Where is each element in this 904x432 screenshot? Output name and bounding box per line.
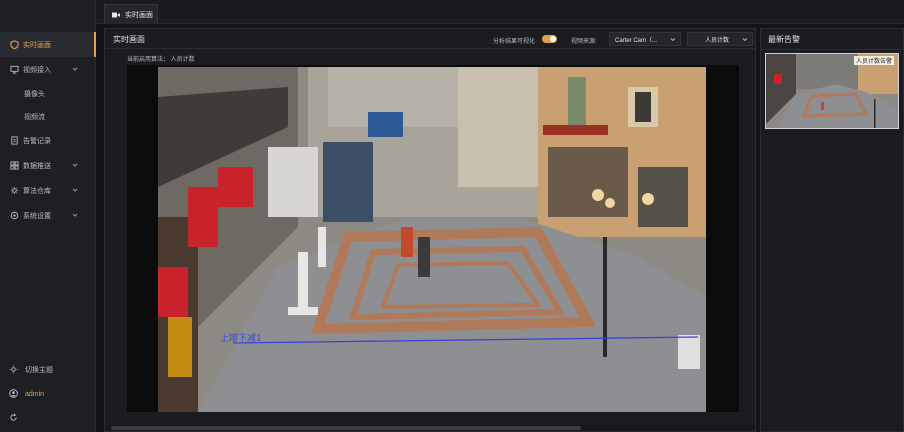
refresh-icon bbox=[9, 413, 19, 423]
chevron-down-icon bbox=[72, 67, 78, 71]
scrollbar-thumb[interactable] bbox=[111, 426, 581, 430]
alerts-title: 最新告警 bbox=[768, 35, 800, 44]
settings-icon bbox=[9, 211, 19, 221]
shield-icon bbox=[9, 40, 19, 50]
switch-theme-button[interactable]: 切换主题 bbox=[0, 358, 96, 382]
video-frame: 上增下减1 bbox=[158, 67, 706, 412]
alert-badge: 人员计数告警 bbox=[853, 56, 894, 65]
current-algorithm-text: 当前启用算法： 人员计数 bbox=[127, 57, 195, 63]
sidebar-item-system-settings[interactable]: 系统设置 bbox=[0, 203, 96, 228]
visualization-toggle-label: 分析结果可视化 bbox=[493, 39, 536, 45]
video-source-label: 视频来源: bbox=[571, 39, 597, 45]
horizontal-scrollbar[interactable] bbox=[105, 425, 755, 431]
chevron-down-icon bbox=[72, 188, 78, 192]
sidebar: 实时画面 视频接入 摄像头 视频流 告警记录 数据推送 算法仓库 系统设置 切换… bbox=[0, 0, 96, 432]
sidebar-item-camera[interactable]: 摄像头 bbox=[0, 82, 96, 105]
sidebar-item-label: 数据推送 bbox=[23, 162, 51, 170]
latest-alerts-panel: 最新告警 人员计数告警 bbox=[760, 28, 904, 432]
sidebar-item-label: 算法仓库 bbox=[23, 187, 51, 195]
sidebar-item-label: 实时画面 bbox=[23, 41, 51, 49]
sidebar-item-video-stream[interactable]: 视频流 bbox=[0, 105, 96, 128]
divider bbox=[761, 49, 903, 50]
sidebar-item-alarm-records[interactable]: 告警记录 bbox=[0, 128, 96, 153]
tab-live-view[interactable]: 实时画面 bbox=[104, 4, 158, 24]
chevron-down-icon bbox=[742, 38, 748, 42]
theme-icon bbox=[9, 365, 19, 375]
app-root: 实时画面 视频接入 摄像头 视频流 告警记录 数据推送 算法仓库 系统设置 切换… bbox=[0, 0, 904, 432]
sidebar-item-live-view[interactable]: 实时画面 bbox=[0, 32, 96, 57]
sidebar-item-label: 告警记录 bbox=[23, 137, 51, 145]
sidebar-footer: 切换主题 admin bbox=[0, 358, 96, 430]
algorithm-value: 人员计数 bbox=[705, 37, 730, 44]
gear-icon bbox=[9, 186, 19, 196]
user-menu[interactable]: admin bbox=[0, 382, 96, 406]
visualization-toggle[interactable] bbox=[542, 35, 557, 43]
chevron-down-icon bbox=[72, 163, 78, 167]
avatar-icon bbox=[9, 389, 19, 399]
sidebar-nav: 实时画面 视频接入 摄像头 视频流 告警记录 数据推送 算法仓库 系统设置 bbox=[0, 32, 96, 228]
tab-bar: 实时画面 bbox=[96, 0, 904, 24]
document-icon bbox=[9, 136, 19, 146]
live-view-panel: 实时画面 分析结果可视化 视频来源: Carter Cam（... 人员计数 当… bbox=[104, 28, 756, 432]
sidebar-item-data-push[interactable]: 数据推送 bbox=[0, 153, 96, 178]
algorithm-select[interactable]: 人员计数 bbox=[687, 32, 753, 46]
video-source-select[interactable]: Carter Cam（... bbox=[609, 32, 681, 46]
sidebar-item-label: 系统设置 bbox=[23, 212, 51, 220]
sidebar-item-algorithm-store[interactable]: 算法仓库 bbox=[0, 178, 96, 203]
counting-line-label: 上增下减1 bbox=[220, 332, 262, 344]
monitor-icon bbox=[9, 65, 19, 75]
sidebar-item-label: 摄像头 bbox=[24, 90, 45, 98]
refresh-button[interactable] bbox=[0, 406, 96, 430]
video-source-value: Carter Cam（... bbox=[615, 37, 658, 44]
sidebar-item-label: 视频接入 bbox=[23, 66, 51, 74]
alert-thumbnail[interactable]: 人员计数告警 bbox=[765, 53, 899, 129]
page-title: 实时画面 bbox=[113, 35, 145, 44]
chevron-down-icon bbox=[670, 38, 676, 42]
video-player[interactable]: 上增下减1 bbox=[127, 65, 739, 412]
panel-header: 实时画面 分析结果可视化 视频来源: Carter Cam（... 人员计数 bbox=[105, 29, 755, 49]
sidebar-item-label: 视频流 bbox=[24, 113, 45, 121]
tab-label: 实时画面 bbox=[125, 11, 153, 19]
username: admin bbox=[25, 390, 45, 398]
sidebar-item-video-access[interactable]: 视频接入 bbox=[0, 57, 96, 82]
video-icon bbox=[112, 12, 120, 18]
chevron-down-icon bbox=[72, 213, 78, 217]
grid-icon bbox=[9, 161, 19, 171]
switch-theme-label: 切换主题 bbox=[25, 367, 53, 374]
